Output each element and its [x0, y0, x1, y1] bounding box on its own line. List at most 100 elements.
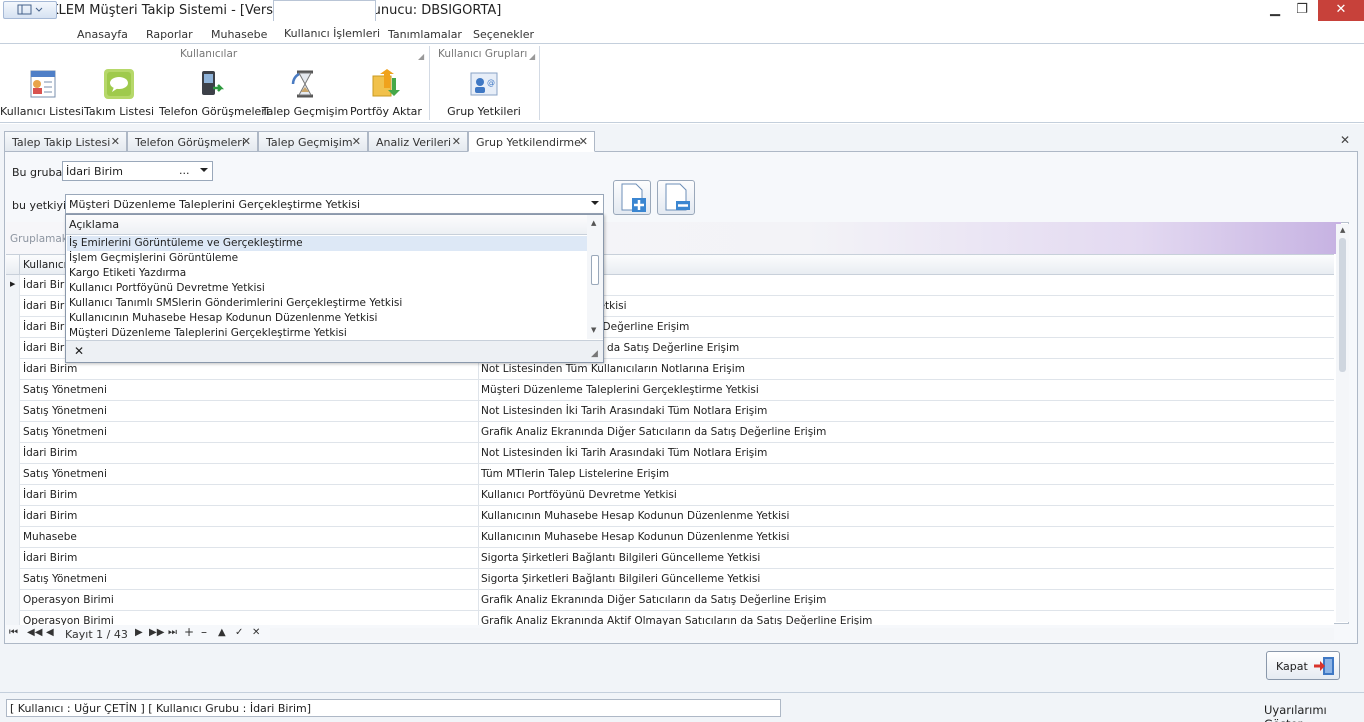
close-tab-icon[interactable]: ✕ — [579, 135, 588, 148]
popup-list-item[interactable]: Müşteri Düzenleme Taleplerini Gerçekleşt… — [67, 326, 587, 341]
exit-door-icon — [1314, 657, 1334, 675]
table-row[interactable]: Satış Yönetmeni Grafik Analiz Ekranında D… — [6, 422, 1334, 443]
table-row[interactable]: Satış Yönetmeni Sigorta Şirketleri Bağlan… — [6, 569, 1334, 590]
tab-secenekler[interactable]: Seçenekler — [473, 28, 534, 41]
talep-gecmisim-button[interactable]: Talep Geçmişim — [262, 65, 348, 121]
next-record-icon[interactable]: ▶ — [135, 627, 143, 638]
popup-scroll-thumb[interactable] — [591, 255, 599, 285]
close-window-button[interactable]: ✕ — [1318, 0, 1364, 21]
first-record-icon[interactable]: ⏮ — [9, 627, 18, 638]
popup-list-item[interactable]: Kullanıcının Muhasebe Hesap Kodunun Düze… — [67, 311, 587, 326]
popup-list-item[interactable]: İş Emirlerini Görüntüleme ve Gerçekleşti… — [67, 236, 587, 251]
svg-text:@: @ — [487, 78, 495, 87]
close-tab-icon[interactable]: ✕ — [242, 135, 251, 148]
delete-record-icon[interactable]: – — [201, 625, 207, 639]
tab-grup-yetkilendirme[interactable]: Grup Yetkilendirme ✕ — [468, 131, 595, 152]
permission-dropdown-popup[interactable]: Açıklama İş Emirlerini Görüntüleme ve Ge… — [65, 214, 604, 363]
table-row[interactable]: İdari Birim Sigorta Şirketleri Bağlantı B… — [6, 548, 1334, 569]
tab-label: Analiz Verileri — [376, 136, 452, 149]
cell-group: Satış Yönetmeni — [23, 573, 107, 585]
next-page-icon[interactable]: ▶▶ — [149, 627, 164, 638]
telefon-gorusmeleri-button[interactable]: Telefon Görüşmeleri — [159, 65, 269, 121]
tab-telefon-gorusmeleri[interactable]: Telefon Görüşmeleri ✕ — [127, 131, 258, 152]
table-row[interactable]: Satış Yönetmeni Tüm MTlerin Talep Listele… — [6, 464, 1334, 485]
cell-group: İdari Birim — [23, 363, 78, 375]
grid-scroll-thumb[interactable] — [1339, 238, 1346, 372]
cell-group: İdari Birim — [23, 552, 78, 564]
tab-label: Talep Takip Listesi — [12, 136, 111, 149]
group-select[interactable]: İdari Birim ... — [62, 161, 213, 181]
quick-access-menu-icon — [17, 4, 43, 15]
column-header-kullanici[interactable]: Kullanıcı — [23, 259, 67, 271]
row-indicator — [6, 338, 20, 359]
close-all-tabs-icon[interactable]: ✕ — [1340, 133, 1350, 147]
save-record-icon[interactable]: ✓ — [235, 627, 243, 638]
permission-select[interactable]: Müşteri Düzenleme Taleplerini Gerçekleşt… — [65, 194, 604, 214]
add-permission-button[interactable] — [613, 180, 651, 215]
cell-group: Muhasebe — [23, 531, 77, 543]
row-indicator: ▶ — [6, 275, 20, 296]
close-tab-icon[interactable]: ✕ — [111, 135, 120, 148]
portfoy-aktar-button[interactable]: Portföy Aktar — [346, 65, 426, 121]
chevron-down-icon[interactable] — [200, 168, 208, 172]
edit-record-icon[interactable]: ▲ — [218, 627, 226, 638]
show-warnings-link[interactable]: Uyarılarımı Göster — [1264, 703, 1364, 722]
cell-permission: Not Listesinden İki Tarih Arasındaki Tüm… — [481, 405, 768, 417]
column-divider — [478, 380, 479, 401]
popup-scroll-up-icon[interactable]: ▲ — [591, 219, 596, 227]
popup-resize-grip-icon[interactable]: ◢ — [591, 349, 598, 359]
chevron-down-icon[interactable] — [591, 201, 599, 205]
table-row[interactable]: İdari Birim Kullanıcı Portföyünü Devretme… — [6, 485, 1334, 506]
popup-list-item[interactable]: Kargo Etiketi Yazdırma — [67, 266, 587, 281]
column-divider — [478, 569, 479, 590]
ellipsis-button[interactable]: ... — [179, 164, 190, 177]
last-record-icon[interactable]: ⏭ — [168, 627, 177, 638]
remove-document-icon — [665, 183, 690, 211]
remove-permission-button[interactable] — [657, 180, 695, 215]
prev-page-icon[interactable]: ◀◀ — [27, 627, 42, 638]
popup-list-item[interactable]: Kullanıcı Tanımlı SMSlerin Gönderimlerin… — [67, 296, 587, 311]
tab-muhasebe[interactable]: Muhasebe — [211, 28, 267, 41]
grup-yetkileri-button[interactable]: @ Grup Yetkileri — [444, 65, 524, 121]
tab-raporlar[interactable]: Raporlar — [146, 28, 193, 41]
popup-list-item[interactable]: İşlem Geçmişlerini Görüntüleme — [67, 251, 587, 266]
quick-access-toolbar[interactable] — [3, 1, 57, 19]
table-row[interactable]: Muhasebe Kullanıcının Muhasebe Hesap Kodu… — [6, 527, 1334, 548]
tab-analiz-verileri[interactable]: Analiz Verileri ✕ — [368, 131, 468, 152]
tab-talep-gecmisim[interactable]: Talep Geçmişim ✕ — [258, 131, 368, 152]
scroll-up-icon[interactable]: ▲ — [1340, 226, 1345, 234]
header-indicator — [6, 255, 20, 274]
group-expand-icon-2[interactable]: ◢ — [529, 52, 535, 61]
tab-kullanici-islemleri[interactable]: Kullanıcı İşlemleri — [284, 27, 380, 40]
ribbon-panel: Kullanıcılar ◢ Kullanıcı Grupları ◢ Kull… — [0, 43, 1364, 123]
minimize-button[interactable]: ▁ — [1261, 0, 1289, 21]
table-row[interactable]: İdari Birim Not Listesinden İki Tarih Ara… — [6, 443, 1334, 464]
row-indicator — [6, 422, 20, 443]
row-indicator — [6, 569, 20, 590]
popup-list-item[interactable]: Kullanıcı Portföyünü Devretme Yetkisi — [67, 281, 587, 296]
kapat-button[interactable]: Kapat — [1266, 651, 1340, 680]
table-row[interactable]: Satış Yönetmeni Müşteri Düzenleme Taleple… — [6, 380, 1334, 401]
add-record-icon[interactable]: + — [184, 625, 194, 639]
table-row[interactable]: Satış Yönetmeni Not Listesinden İki Tarih… — [6, 401, 1334, 422]
table-row[interactable]: İdari Birim Kullanıcının Muhasebe Hesap K… — [6, 506, 1334, 527]
popup-clear-icon[interactable]: ✕ — [74, 344, 84, 358]
column-divider — [478, 422, 479, 443]
close-tab-icon[interactable]: ✕ — [352, 135, 361, 148]
popup-scroll-down-icon[interactable]: ▼ — [591, 326, 596, 334]
restore-button[interactable]: ❐ — [1288, 0, 1316, 21]
tab-anasayfa[interactable]: Anasayfa — [77, 28, 128, 41]
row-indicator — [6, 359, 20, 380]
cell-group: Operasyon Birimi — [23, 594, 114, 606]
close-tab-icon[interactable]: ✕ — [452, 135, 461, 148]
group-expand-icon[interactable]: ◢ — [418, 52, 424, 61]
cancel-record-icon[interactable]: ✕ — [252, 627, 260, 638]
cell-permission: Kullanıcının Muhasebe Hesap Kodunun Düze… — [481, 531, 790, 543]
prev-record-icon[interactable]: ◀ — [46, 627, 54, 638]
table-row[interactable]: Operasyon Birimi Grafik Analiz Ekranında … — [6, 590, 1334, 611]
grid-horizontal-scrollbar[interactable] — [270, 628, 1334, 640]
tab-tanimlamalar[interactable]: Tanımlamalar — [388, 28, 462, 41]
tab-talep-takip-listesi[interactable]: Talep Takip Listesi ✕ — [4, 131, 127, 152]
takim-listesi-button[interactable]: Takım Listesi — [79, 65, 159, 121]
cell-permission: Not Listesinden Tüm Kullanıcıların Notla… — [481, 363, 745, 375]
